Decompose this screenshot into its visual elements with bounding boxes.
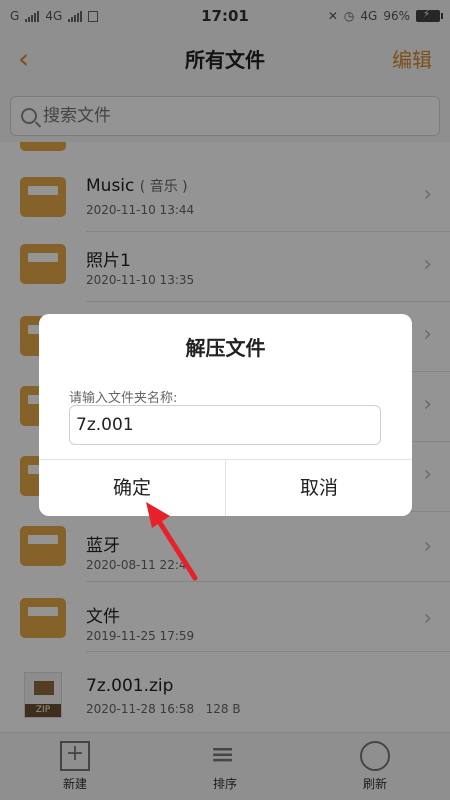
pointer-arrow-icon xyxy=(146,502,198,581)
